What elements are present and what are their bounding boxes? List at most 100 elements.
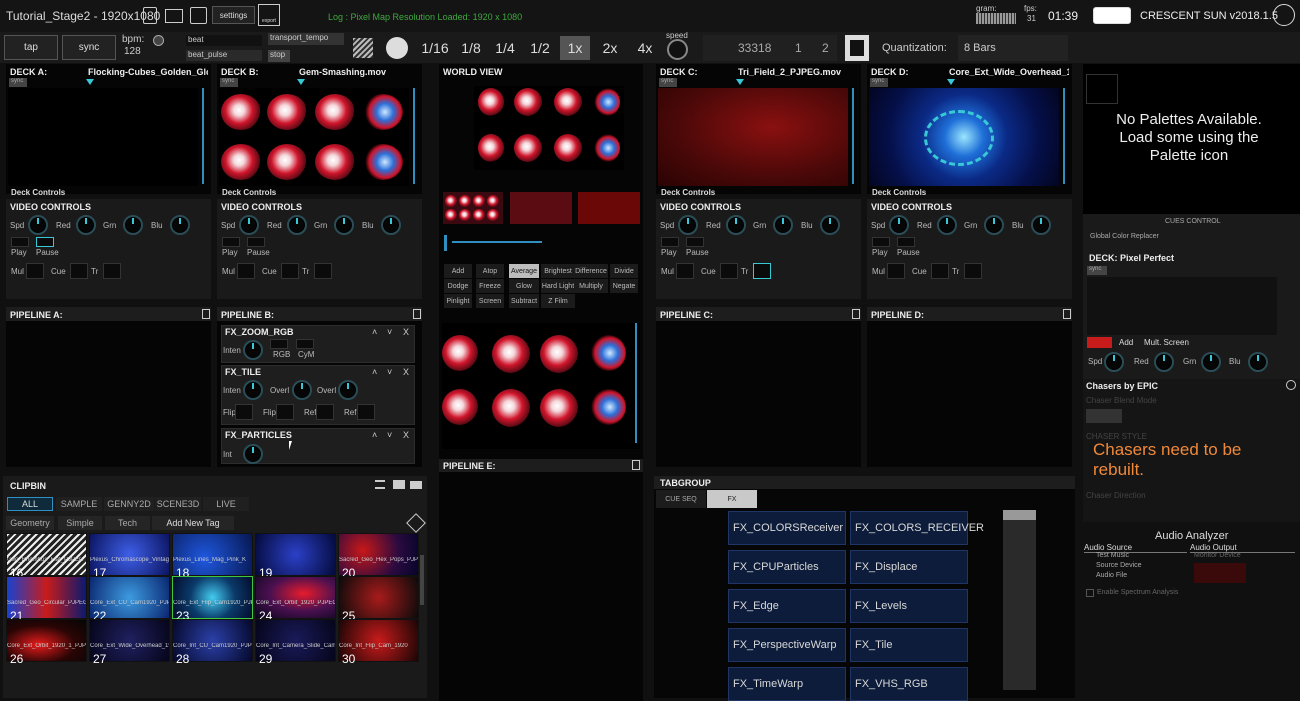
stop-field[interactable]: stop bbox=[268, 50, 290, 62]
deck-sync-badge-1[interactable]: sync bbox=[220, 78, 238, 87]
blend-mode-12[interactable]: Pinlight bbox=[444, 294, 472, 308]
tr-field-3[interactable] bbox=[964, 263, 982, 279]
blend-mode-7[interactable]: Freeze bbox=[476, 279, 504, 293]
fx-card-close-icon-1[interactable]: X bbox=[403, 367, 409, 377]
blend-mode-0[interactable]: Add bbox=[444, 264, 472, 278]
fx-card-expand-icon-2[interactable]: ˅ bbox=[387, 430, 392, 440]
deck-sync-badge-3[interactable]: sync bbox=[870, 78, 888, 87]
test-music-option[interactable]: Test Music bbox=[1096, 552, 1129, 559]
rate-button-2[interactable]: 1/4 bbox=[490, 36, 520, 60]
fx-card-collapse-icon-0[interactable]: ˄ bbox=[372, 327, 377, 337]
trash-icon[interactable] bbox=[632, 460, 640, 470]
add-label[interactable]: Add bbox=[1119, 338, 1133, 347]
pause-toggle-2[interactable] bbox=[686, 237, 704, 247]
blend-mode-2[interactable]: Average bbox=[509, 264, 539, 278]
clipbin-tab-2[interactable]: GENNY2D bbox=[104, 497, 154, 511]
red-indicator[interactable] bbox=[1087, 337, 1112, 348]
pipeline-trash-icon-1[interactable] bbox=[413, 309, 421, 319]
vc-red-knob-2[interactable] bbox=[726, 215, 746, 235]
mix-slider[interactable] bbox=[452, 241, 542, 243]
open-folder-icon[interactable] bbox=[165, 9, 183, 23]
list-view-icon[interactable] bbox=[375, 480, 385, 489]
mul-field-0[interactable] bbox=[26, 263, 44, 279]
right-spd-knob[interactable] bbox=[1104, 352, 1124, 372]
fx-tile-refl-a-field[interactable] bbox=[316, 404, 334, 420]
clipbin-tab-4[interactable]: LIVE bbox=[203, 497, 249, 511]
rate-button-4[interactable]: 1x bbox=[560, 36, 590, 60]
mul-field-2[interactable] bbox=[676, 263, 694, 279]
tab-fx[interactable]: FX bbox=[707, 490, 757, 508]
play-toggle-3[interactable] bbox=[872, 237, 890, 247]
fx-scroll-thumb[interactable] bbox=[1003, 510, 1036, 520]
clipbin-tag-0[interactable]: Geometry bbox=[6, 516, 54, 530]
tap-button[interactable]: tap bbox=[4, 35, 58, 60]
deck-sync-badge-2[interactable]: sync bbox=[659, 78, 677, 87]
fx-button-7[interactable]: FX_Tile bbox=[850, 628, 968, 662]
rate-button-3[interactable]: 1/2 bbox=[525, 36, 555, 60]
deck-cue-marker-1[interactable] bbox=[297, 79, 305, 85]
clipbin-tag-3[interactable]: Add New Tag bbox=[152, 516, 234, 530]
rate-button-5[interactable]: 2x bbox=[595, 36, 625, 60]
fx-tile-flip-a-field[interactable] bbox=[235, 404, 253, 420]
deck-scroll-3[interactable] bbox=[1063, 88, 1065, 184]
deck-scroll-1[interactable] bbox=[413, 88, 415, 184]
vc-spd-knob-0[interactable] bbox=[28, 215, 48, 235]
transport-tempo-field[interactable]: transport_tempo bbox=[268, 33, 344, 45]
blend-mode-3[interactable]: Brightest bbox=[541, 264, 575, 278]
sync-button[interactable]: sync bbox=[62, 35, 116, 60]
camera-icon[interactable] bbox=[410, 481, 422, 489]
fx-scrollbar[interactable] bbox=[1003, 510, 1036, 690]
pipeline-trash-icon-3[interactable] bbox=[1063, 309, 1071, 319]
new-file-icon[interactable] bbox=[143, 7, 157, 24]
fx-tile-inten-knob[interactable] bbox=[243, 380, 263, 400]
vc-grn-knob-0[interactable] bbox=[123, 215, 143, 235]
blend-mode-10[interactable]: Multiply bbox=[574, 279, 608, 293]
play-toggle-0[interactable] bbox=[11, 237, 29, 247]
layer-thumb-b[interactable] bbox=[510, 192, 572, 224]
clipbin-tag-2[interactable]: Tech bbox=[105, 516, 150, 530]
fx-zoom-cym-toggle[interactable] bbox=[296, 339, 314, 349]
vc-blu-knob-3[interactable] bbox=[1031, 215, 1051, 235]
blend-mode-6[interactable]: Dodge bbox=[444, 279, 472, 293]
blend-mode-1[interactable]: Atop bbox=[476, 264, 504, 278]
blend-mode-15[interactable]: Z Film bbox=[541, 294, 575, 308]
cue-field-1[interactable] bbox=[281, 263, 299, 279]
clipbin-tab-0[interactable]: ALL bbox=[7, 497, 53, 511]
blend-mode-13[interactable]: Screen bbox=[476, 294, 504, 308]
cue-field-3[interactable] bbox=[931, 263, 949, 279]
fx-button-4[interactable]: FX_Edge bbox=[728, 589, 846, 623]
fx-button-0[interactable]: FX_COLORSReceiver bbox=[728, 511, 846, 545]
deck-cue-marker-0[interactable] bbox=[86, 79, 94, 85]
play-toggle-1[interactable] bbox=[222, 237, 240, 247]
blend-mode-14[interactable]: Subtract bbox=[509, 294, 539, 308]
export-icon[interactable]: export bbox=[258, 4, 280, 26]
tr-field-2[interactable] bbox=[753, 263, 771, 279]
rate-button-1[interactable]: 1/8 bbox=[456, 36, 486, 60]
fx-button-3[interactable]: FX_Displace bbox=[850, 550, 968, 584]
deck-cue-marker-2[interactable] bbox=[736, 79, 744, 85]
right-red-knob[interactable] bbox=[1154, 352, 1174, 372]
blend-mode-5[interactable]: Divide bbox=[610, 264, 638, 278]
deck-scroll-2[interactable] bbox=[852, 88, 854, 184]
deck-sync-badge-0[interactable]: sync bbox=[9, 78, 27, 87]
fx-tile-refl-b-field[interactable] bbox=[357, 404, 375, 420]
mul-field-1[interactable] bbox=[237, 263, 255, 279]
output-toggle-icon[interactable] bbox=[1093, 7, 1131, 24]
clipbin-tab-3[interactable]: SCENE3D bbox=[155, 497, 201, 511]
fx-card-expand-icon-1[interactable]: ˅ bbox=[387, 367, 392, 377]
fx-button-6[interactable]: FX_PerspectiveWarp bbox=[728, 628, 846, 662]
fx-button-5[interactable]: FX_Levels bbox=[850, 589, 968, 623]
vc-blu-knob-2[interactable] bbox=[820, 215, 840, 235]
cue-field-0[interactable] bbox=[70, 263, 88, 279]
settings-button[interactable]: settings bbox=[212, 6, 255, 24]
bpm-value[interactable]: 128 bbox=[124, 46, 141, 57]
vc-red-knob-1[interactable] bbox=[287, 215, 307, 235]
vc-spd-knob-3[interactable] bbox=[889, 215, 909, 235]
tr-field-1[interactable] bbox=[314, 263, 332, 279]
rate-button-0[interactable]: 1/16 bbox=[420, 36, 450, 60]
pipeline-trash-icon-2[interactable] bbox=[852, 309, 860, 319]
pipeline-trash-icon-0[interactable] bbox=[202, 309, 210, 319]
pause-toggle-0[interactable] bbox=[36, 237, 54, 247]
vc-red-knob-3[interactable] bbox=[937, 215, 957, 235]
fx-button-1[interactable]: FX_COLORS_RECEIVER bbox=[850, 511, 984, 545]
